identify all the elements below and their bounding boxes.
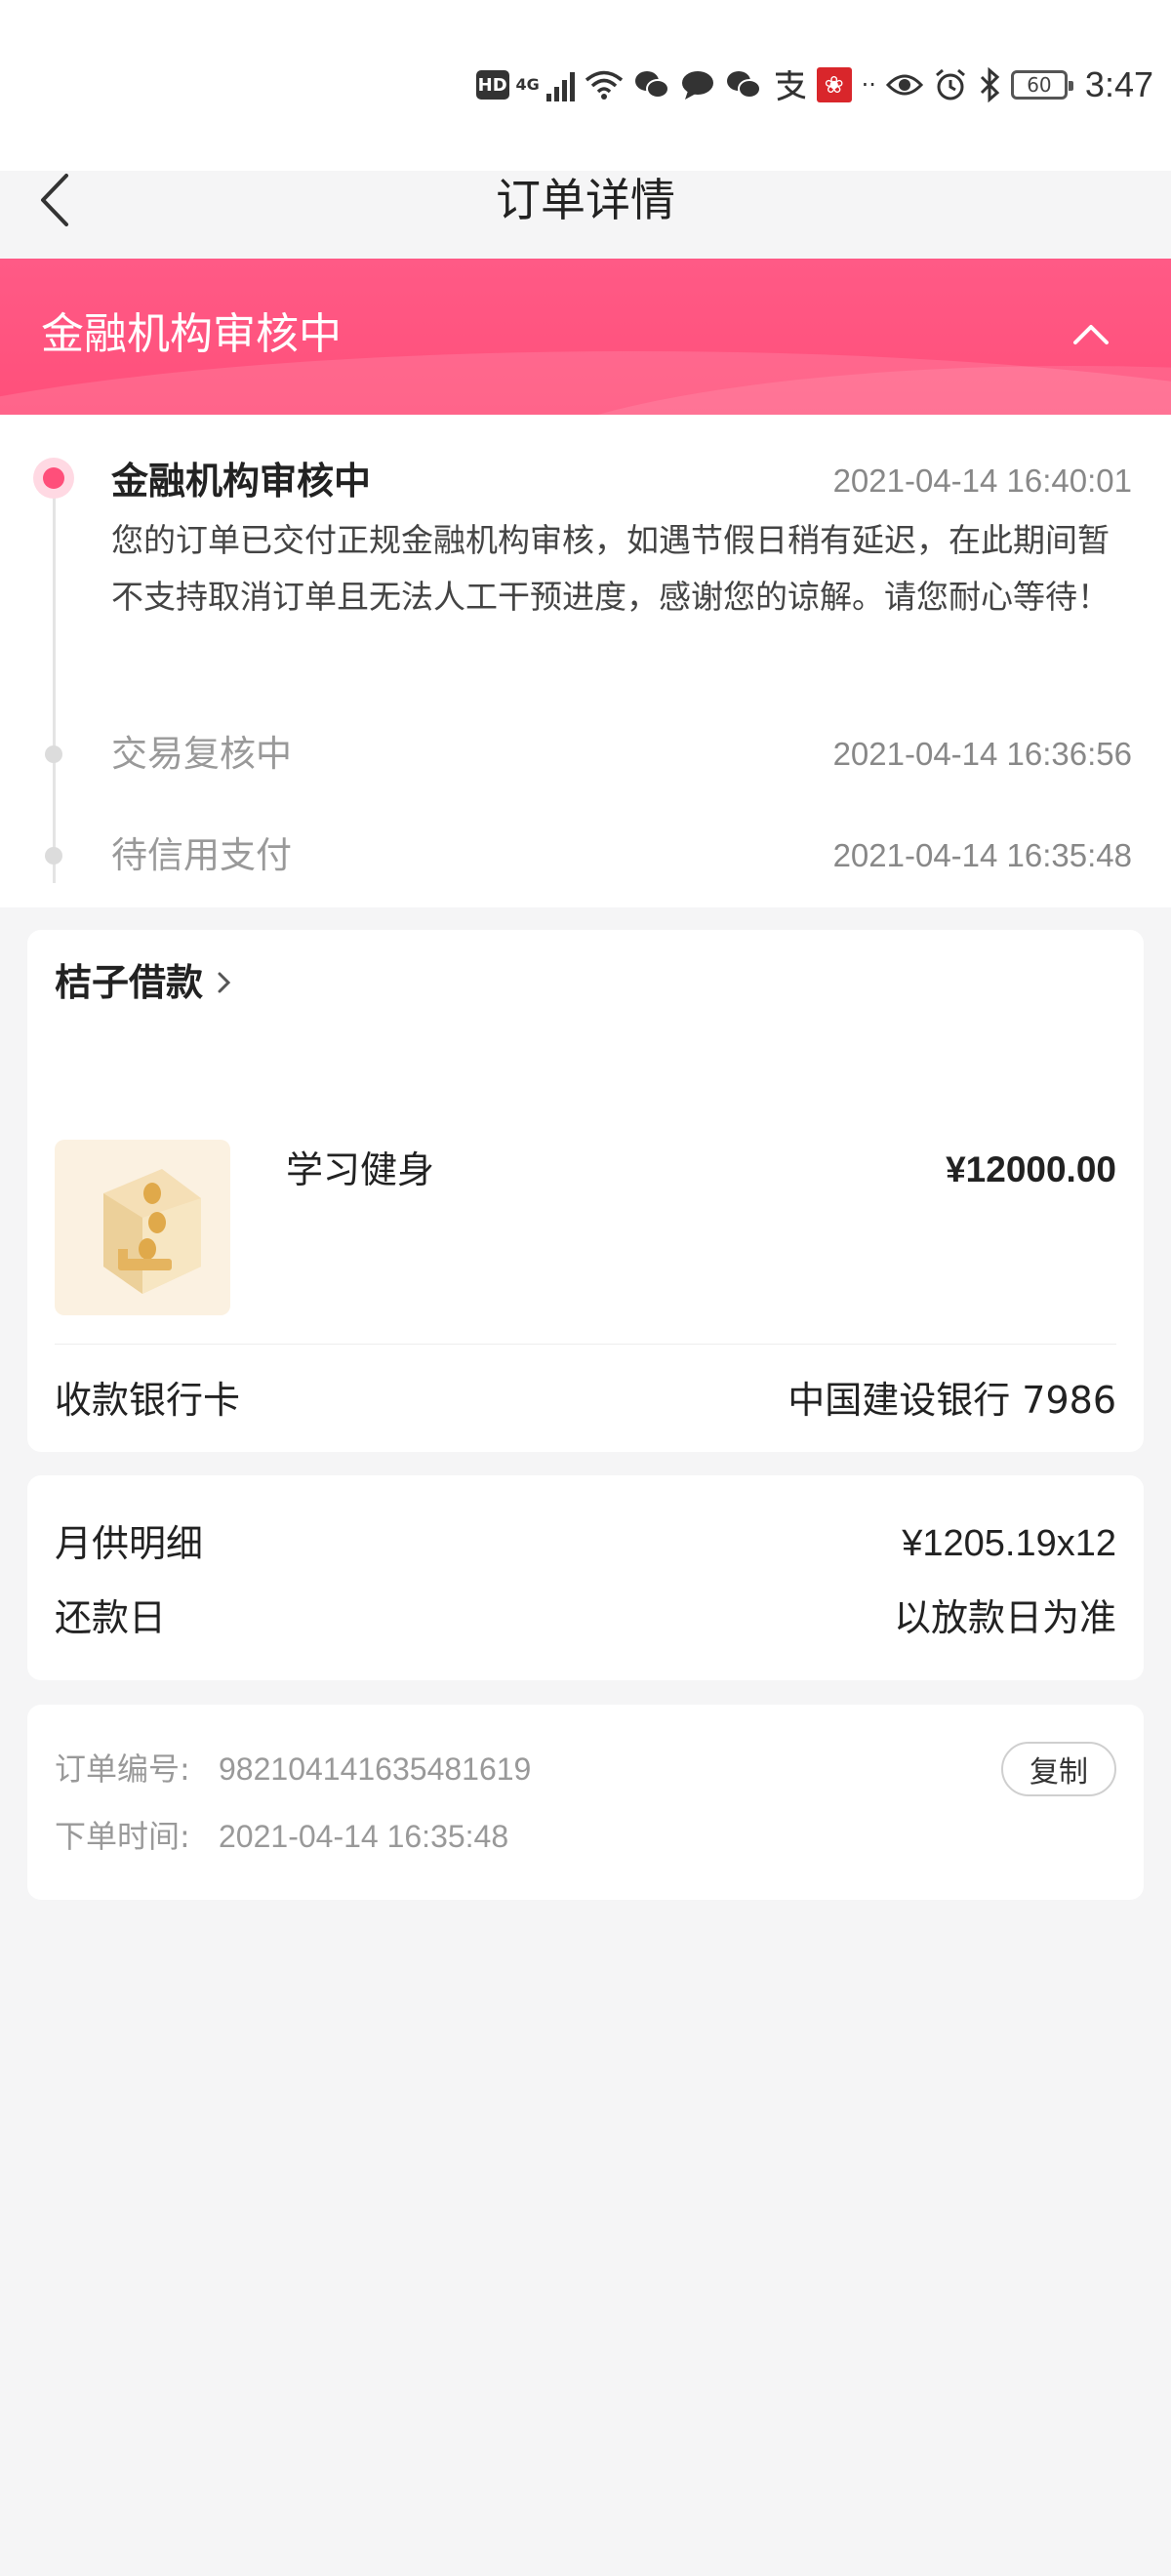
timeline-dot — [45, 745, 62, 763]
hd-icon: HD — [475, 70, 509, 100]
order-info-card: 订单编号: 982104141635481619 复制 下单时间: 2021-0… — [27, 1705, 1144, 1900]
wechat-icon — [633, 65, 670, 104]
status-bar: HD 4G ❀ ·· 60 3:47 — [0, 0, 1171, 171]
product-image — [55, 1140, 230, 1315]
product-name: 学习健身 — [286, 1148, 435, 1191]
battery-icon: 60 — [1010, 70, 1073, 100]
copy-button[interactable]: 复制 — [1001, 1742, 1116, 1796]
product-price: ¥12000.00 — [946, 1149, 1116, 1189]
wechat-icon-2 — [725, 65, 762, 104]
order-time-label: 下单时间: — [55, 1818, 190, 1855]
timeline-step-title: 交易复核中 — [111, 733, 292, 775]
bank-card-label: 收款银行卡 — [55, 1379, 241, 1422]
timeline-dot-active — [33, 458, 74, 499]
chevron-up-icon — [1073, 325, 1109, 344]
order-time-value: 2021-04-14 16:35:48 — [219, 1819, 509, 1854]
monthly-payment-label: 月供明细 — [55, 1522, 204, 1565]
order-number-value: 982104141635481619 — [219, 1751, 532, 1787]
merchant-link[interactable]: 桔子借款 — [55, 955, 234, 1010]
chevron-right-icon — [218, 972, 231, 993]
timeline-step-description: 您的订单已交付正规金融机构审核，如遇节假日稍有延迟，在此期间暂不支持取消订单且无… — [111, 521, 1110, 616]
eye-icon — [885, 65, 923, 104]
order-card: 桔子借款 学习健身 ¥12000.00 收款银行卡 中国建设银行 7986 — [27, 930, 1144, 1452]
timeline-step-time: 2021-04-14 16:40:01 — [832, 463, 1132, 499]
banner-title: 金融机构审核中 — [41, 309, 342, 359]
order-number-label: 订单编号: — [55, 1751, 190, 1788]
app-notification-icon: ❀ — [816, 67, 852, 102]
repayment-card: 月供明细 ¥1205.19x12 还款日 以放款日为准 — [27, 1475, 1144, 1680]
status-banner: 金融机构审核中 — [0, 259, 1171, 415]
collapse-toggle[interactable] — [1070, 315, 1112, 350]
alipay-icon — [772, 65, 807, 104]
timeline-step-time: 2021-04-14 16:36:56 — [832, 736, 1132, 772]
timeline-line — [53, 473, 56, 883]
timeline-step-title: 待信用支付 — [111, 834, 292, 876]
repayment-day-label: 还款日 — [55, 1596, 167, 1639]
merchant-name: 桔子借款 — [55, 961, 204, 1004]
bluetooth-icon — [978, 65, 1001, 104]
message-icon — [680, 65, 715, 104]
coin-box-icon — [103, 1169, 201, 1294]
battery-level: 60 — [1027, 73, 1052, 97]
network-type-icon: 4G — [515, 75, 540, 94]
wifi-icon — [585, 65, 624, 104]
progress-timeline: 金融机构审核中 2021-04-14 16:40:01 您的订单已交付正规金融机… — [0, 415, 1171, 907]
status-icons: HD 4G ❀ ·· 60 3:47 — [475, 60, 1153, 109]
repayment-day-value: 以放款日为准 — [893, 1596, 1116, 1639]
clock: 3:47 — [1084, 64, 1153, 104]
monthly-payment-value: ¥1205.19x12 — [902, 1523, 1116, 1564]
timeline-step-title: 金融机构审核中 — [111, 460, 372, 503]
alarm-icon — [933, 65, 968, 104]
page-title: 订单详情 — [496, 174, 675, 226]
more-dots-icon: ·· — [861, 71, 876, 99]
timeline-dot — [45, 847, 62, 865]
bank-card-value: 中国建设银行 7986 — [787, 1379, 1116, 1422]
divider — [55, 1344, 1116, 1345]
timeline-step-time: 2021-04-14 16:35:48 — [832, 837, 1132, 873]
signal-icon — [545, 68, 575, 101]
